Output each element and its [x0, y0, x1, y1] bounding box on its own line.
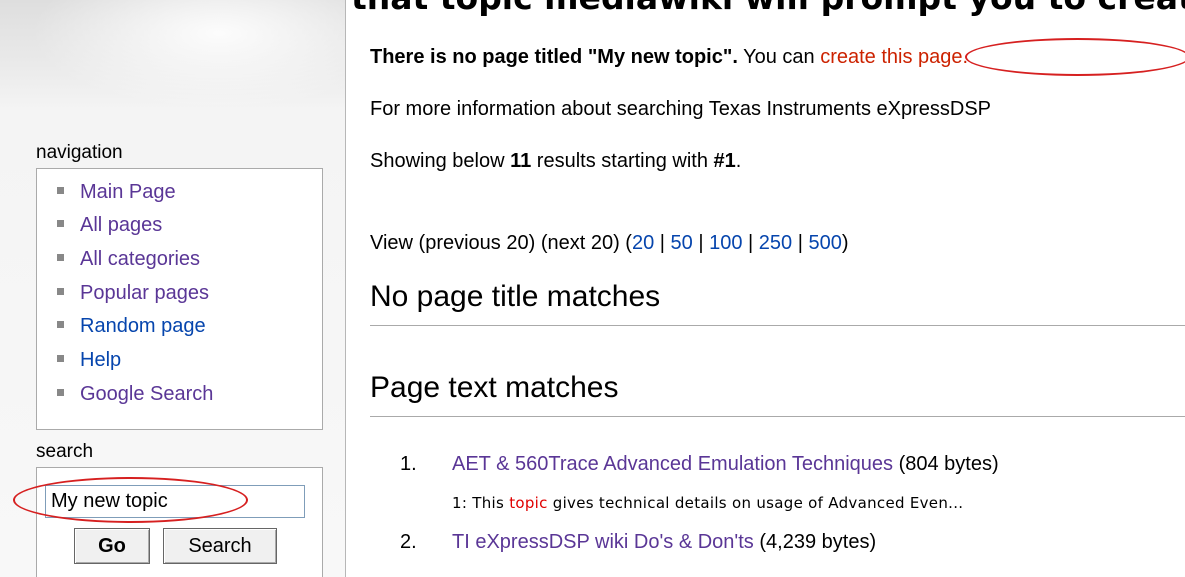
bullet-icon: [57, 288, 64, 296]
go-button[interactable]: Go: [74, 528, 150, 564]
result-start: #1: [713, 150, 736, 172]
search-title: search: [36, 441, 94, 462]
result-title-link[interactable]: AET & 560Trace Advanced Emulation Techni…: [452, 453, 893, 475]
result-size: (4,239 bytes): [753, 531, 877, 553]
view-separator: |: [692, 232, 710, 254]
nav-item-all-pages[interactable]: All pages: [57, 209, 162, 242]
view-prefix: View (previous 20) (next 20) (: [370, 232, 632, 254]
you-can-text: You can: [737, 46, 815, 68]
view-500-link[interactable]: 500: [808, 232, 841, 254]
nav-item-main-page[interactable]: Main Page: [57, 176, 176, 209]
nav-item-label: All categories: [80, 248, 201, 270]
create-page-link[interactable]: create this page.: [820, 46, 968, 68]
sidebar-divider: [345, 0, 346, 577]
view-pagination: View (previous 20) (next 20) (20 | 50 | …: [370, 232, 849, 255]
result-title-link[interactable]: TI eXpressDSP wiki Do's & Don'ts: [452, 531, 754, 553]
bullet-icon: [57, 355, 64, 363]
logo-area: [30, 0, 345, 110]
view-suffix: ): [841, 232, 849, 254]
no-page-bold-text: There is no page titled "My new topic".: [370, 46, 738, 68]
nav-item-label: Google Search: [80, 383, 214, 405]
nav-item-label: All pages: [80, 214, 163, 236]
view-20-link[interactable]: 20: [632, 232, 654, 254]
heading-divider: [370, 416, 1185, 417]
view-100-link[interactable]: 100: [709, 232, 742, 254]
result-count: 11: [510, 150, 532, 172]
bullet-icon: [57, 187, 64, 195]
nav-item-label: Popular pages: [80, 282, 209, 304]
navigation-title: navigation: [36, 142, 123, 163]
heading-title-matches: No page title matches: [370, 280, 661, 313]
nav-item-google-search[interactable]: Google Search: [57, 378, 213, 411]
result-item: TI eXpressDSP wiki Do's & Don'ts (4,239 …: [452, 531, 876, 554]
result-item: AET & 560Trace Advanced Emulation Techni…: [452, 453, 999, 476]
view-250-link[interactable]: 250: [759, 232, 792, 254]
showing-mid: results starting with: [531, 150, 714, 172]
snippet-prefix: 1: This: [452, 494, 510, 512]
nav-item-label: Main Page: [80, 181, 176, 203]
nav-item-popular-pages[interactable]: Popular pages: [57, 277, 209, 310]
bullet-icon: [57, 220, 64, 228]
nav-item-all-categories[interactable]: All categories: [57, 243, 200, 276]
showing-results-text: Showing below 11 results starting with #…: [370, 150, 741, 173]
result-size: (804 bytes): [893, 453, 999, 475]
heading-text-matches: Page text matches: [370, 371, 619, 404]
search-input[interactable]: [45, 485, 305, 518]
nav-item-random-page[interactable]: Random page: [57, 310, 206, 343]
annotation-oval-create: [965, 38, 1185, 76]
more-info-text: For more information about searching Tex…: [370, 98, 992, 120]
view-50-link[interactable]: 50: [671, 232, 693, 254]
showing-end: .: [735, 150, 742, 172]
result-number: 2.: [400, 531, 417, 553]
view-separator: |: [792, 232, 809, 254]
bullet-icon: [57, 254, 64, 262]
nav-item-label: Random page: [80, 315, 206, 337]
navigation-portlet: Main Page All pages All categories Popul…: [36, 168, 323, 430]
heading-divider: [370, 325, 1185, 326]
view-separator: |: [742, 232, 759, 254]
nav-item-label: Help: [80, 349, 122, 371]
view-separator: |: [654, 232, 671, 254]
search-button[interactable]: Search: [163, 528, 277, 564]
result-number: 1.: [400, 453, 417, 475]
snippet-highlight: topic: [509, 494, 548, 512]
result-snippet: 1: This topic gives technical details on…: [452, 494, 963, 512]
no-page-message: There is no page titled "My new topic". …: [370, 46, 968, 69]
bullet-icon: [57, 389, 64, 397]
bullet-icon: [57, 321, 64, 329]
showing-prefix: Showing below: [370, 150, 511, 172]
snippet-suffix: gives technical details on usage of Adva…: [547, 494, 964, 512]
nav-item-help[interactable]: Help: [57, 344, 121, 377]
